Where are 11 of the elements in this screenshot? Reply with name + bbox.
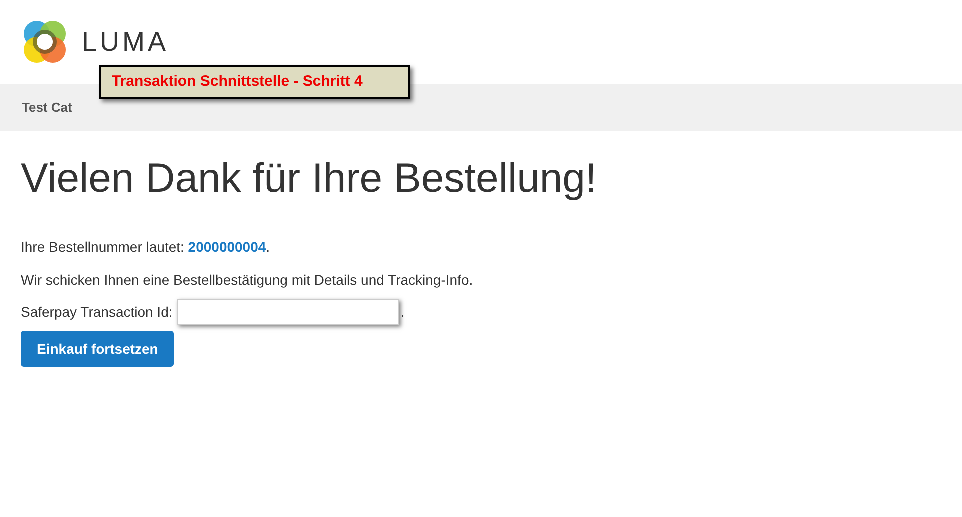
logo-text: LUMA	[82, 26, 170, 59]
order-number-text: Ihre Bestellnummer lautet: 2000000004.	[21, 238, 272, 257]
info-text: Wir schicken Ihnen eine Bestellbestätigung mit Details und Tracking-Info.	[21, 271, 474, 290]
callout: Transaktion Schnittstelle - Schritt 4	[99, 65, 410, 99]
page-title: Vielen Dank für Ihre Bestellung!	[21, 154, 598, 203]
period-text: .	[400, 302, 405, 322]
transaction-label: Saferpay Transaction Id:	[21, 302, 173, 322]
logo-icon	[22, 19, 68, 65]
order-number-link[interactable]: 2000000004	[188, 239, 266, 255]
breadcrumb[interactable]: Test Cat	[22, 98, 72, 118]
continue-shopping-button[interactable]: Einkauf fortsetzen	[21, 331, 174, 367]
